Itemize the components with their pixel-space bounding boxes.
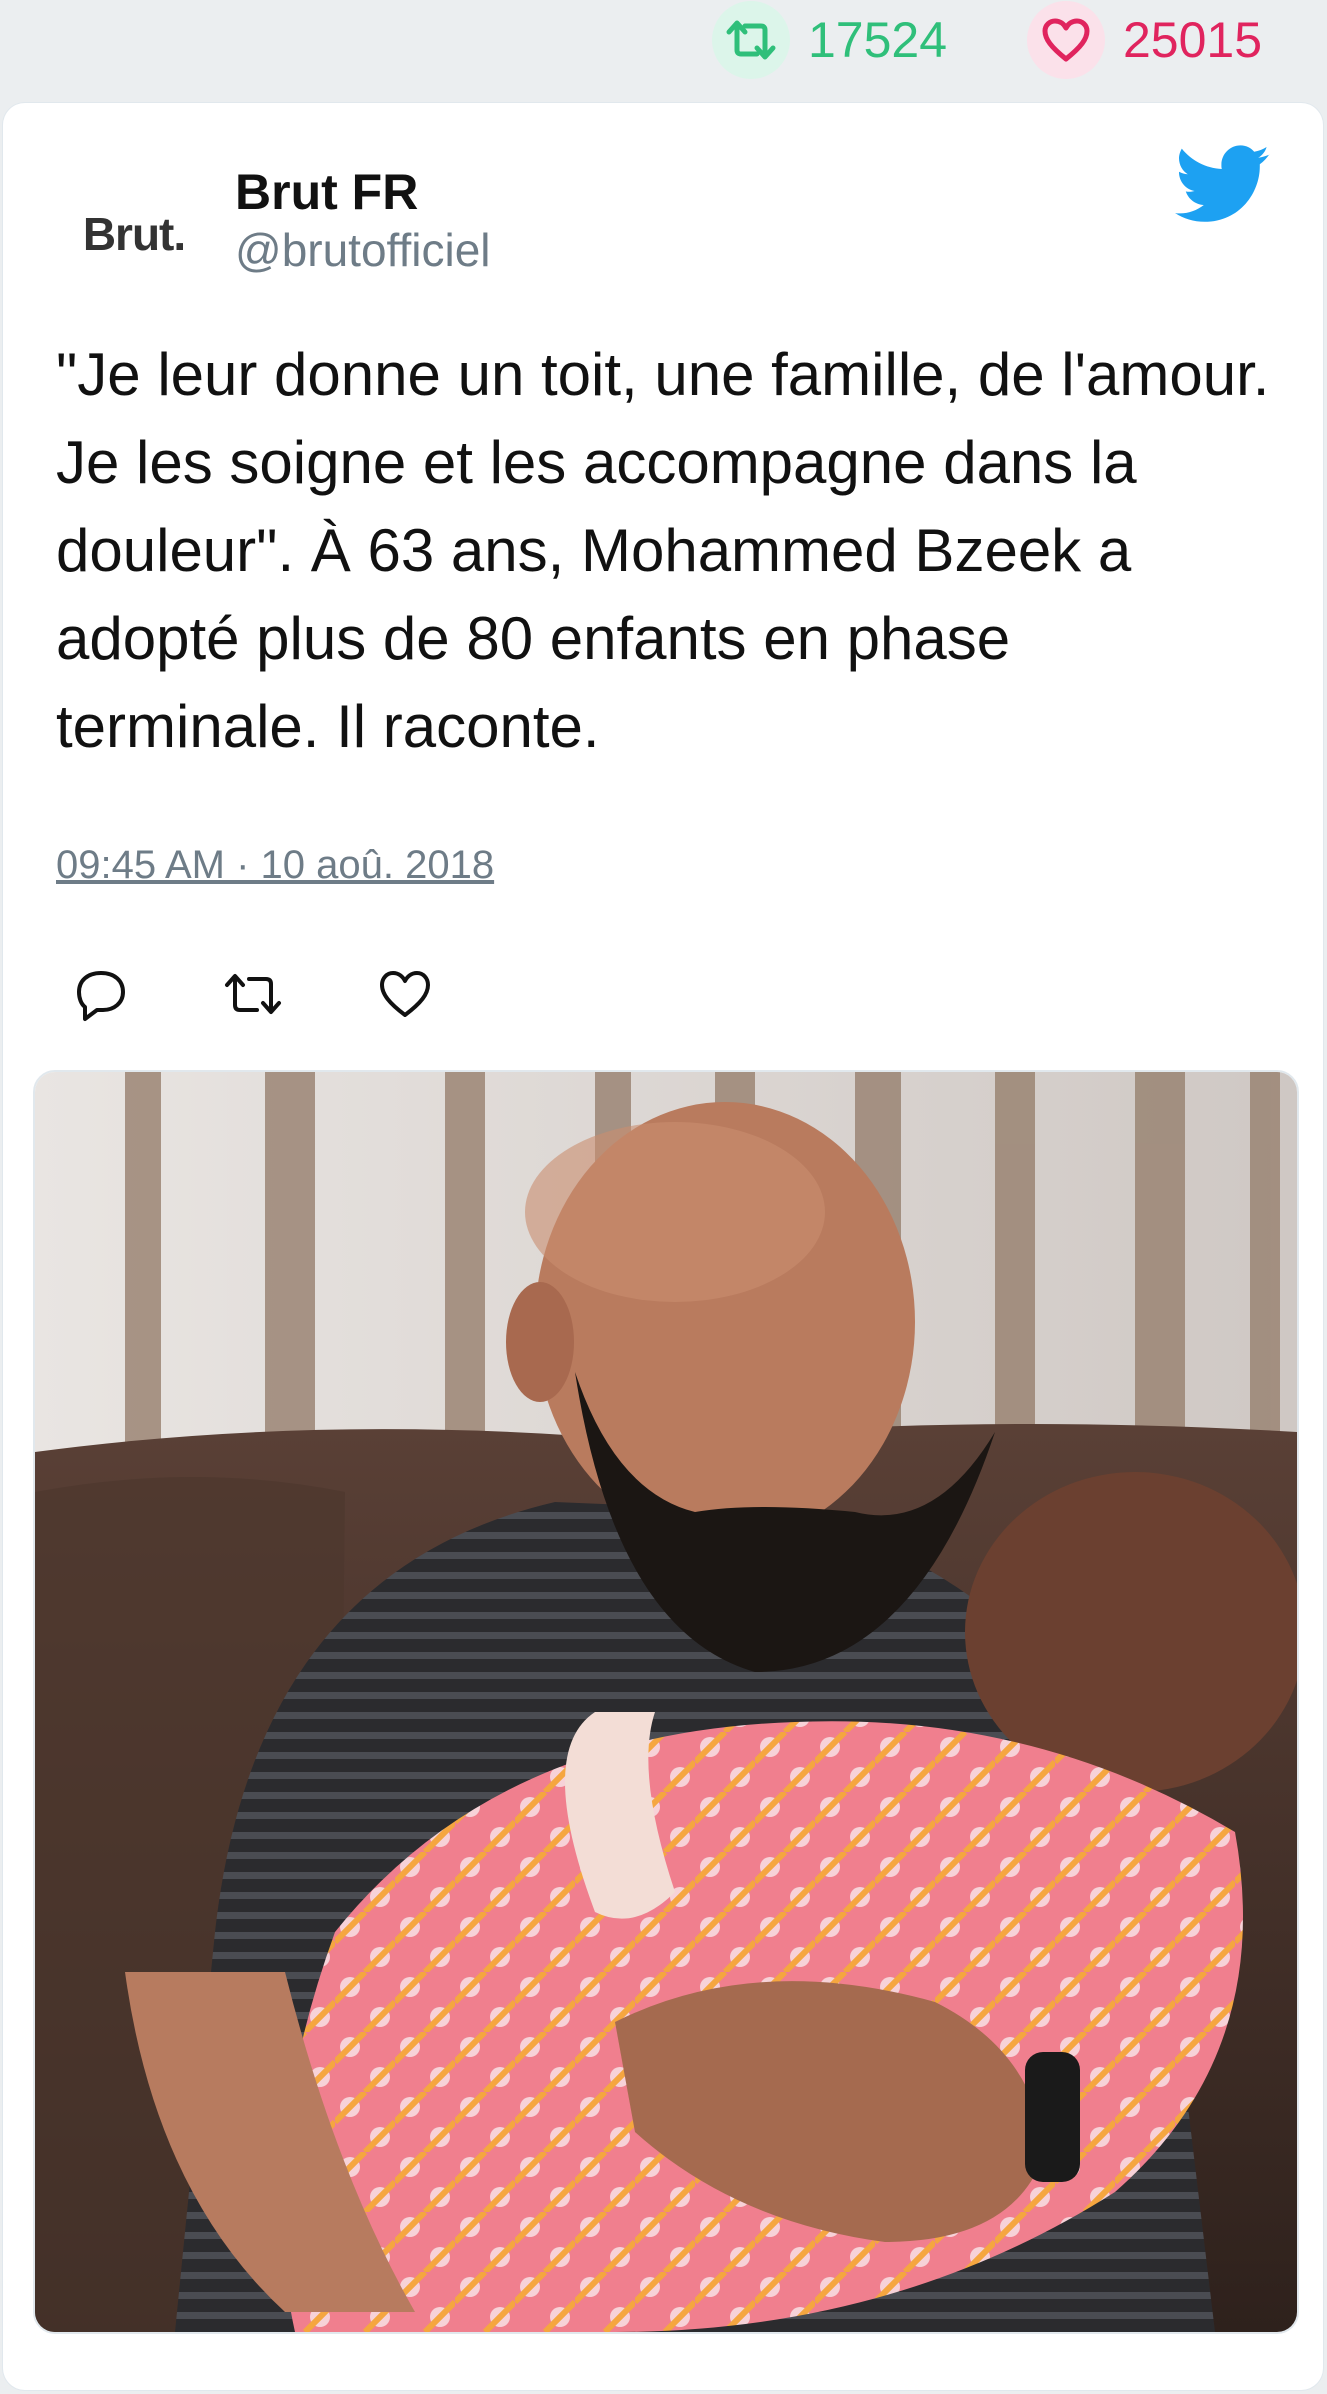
retweet-stat[interactable]: 17524 [712, 0, 947, 80]
tweet-timestamp[interactable]: 09:45 AM · 10 aoû. 2018 [56, 843, 494, 888]
reply-button[interactable] [71, 965, 131, 1025]
heart-icon [1027, 1, 1105, 79]
like-button[interactable] [375, 965, 435, 1025]
retweet-count: 17524 [808, 12, 948, 68]
twitter-bird-icon[interactable] [1173, 145, 1273, 225]
tweet-card: Brut. Brut FR @brutofficiel "Je leur don… [3, 103, 1323, 2390]
like-stat[interactable]: 25015 [1027, 0, 1262, 80]
retweet-action-icon [225, 974, 281, 1014]
heart-action-icon [380, 971, 430, 1017]
avatar-logo-text: Brut. [82, 208, 186, 260]
like-count: 25015 [1123, 12, 1263, 68]
avatar[interactable]: Brut. [60, 184, 208, 284]
tweet-text: "Je leur donne un toit, une famille, de … [56, 341, 1287, 760]
retweet-icon [712, 1, 790, 79]
tweet-media-photo[interactable] [33, 1070, 1299, 2334]
retweet-button[interactable] [221, 965, 281, 1025]
author-handle[interactable]: @brutofficiel [235, 223, 491, 277]
engagement-stats-bar: 17524 25015 [0, 0, 1327, 100]
author-name[interactable]: Brut FR [235, 163, 418, 221]
reply-icon [77, 971, 125, 1021]
